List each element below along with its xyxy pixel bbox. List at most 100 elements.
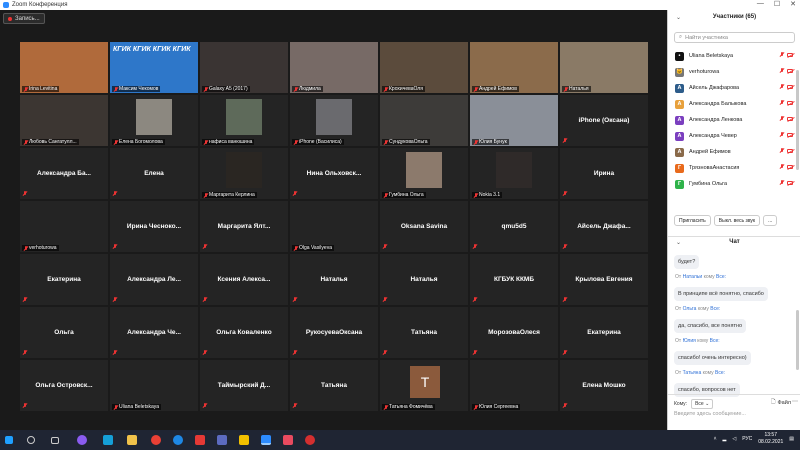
participant-tile[interactable]: Маргарита Ялт... — [200, 201, 288, 252]
participant-tile[interactable]: iPhone (Василиса) — [290, 95, 378, 146]
participant-list-item[interactable]: • Uliana Beletskaya — [668, 48, 800, 64]
participant-tile[interactable]: Olga Vasilyeva — [290, 201, 378, 252]
participant-tile[interactable]: Крылова Евгения — [560, 254, 648, 305]
participant-tile[interactable]: Александра Че... — [110, 307, 198, 358]
invite-button[interactable]: Пригласить — [674, 215, 711, 226]
participant-tile[interactable]: Ольга Островск... — [20, 360, 108, 411]
task-view-icon[interactable] — [51, 436, 59, 444]
camera-off-icon[interactable] — [787, 148, 793, 153]
participant-tile[interactable]: Oksana Savina — [380, 201, 468, 252]
participant-tile[interactable]: Uliana Beletskaya — [110, 360, 198, 411]
participant-list-item[interactable]: А Александра Балыкова — [668, 96, 800, 112]
participant-list-item[interactable]: А Александра Чевер — [668, 128, 800, 144]
camera-off-icon[interactable] — [787, 84, 793, 89]
mic-muted-icon[interactable] — [780, 84, 784, 89]
participant-tile[interactable]: Наталья — [560, 42, 648, 93]
windows-start-icon[interactable] — [5, 436, 13, 444]
participant-list-item[interactable]: А Айсель Джафарова — [668, 80, 800, 96]
participant-tile[interactable]: Айсель Джафа... — [560, 201, 648, 252]
participant-tile[interactable]: Nokia 3.1 — [470, 148, 558, 199]
participant-tile[interactable]: Irina Levitina — [20, 42, 108, 93]
participant-tile[interactable]: Ольга — [20, 307, 108, 358]
participant-tile[interactable]: РукосуеваОксана — [290, 307, 378, 358]
app-icon[interactable] — [103, 435, 113, 445]
zoom-icon[interactable] — [261, 435, 271, 445]
participant-list-scrollbar[interactable] — [796, 70, 799, 170]
more-options-button[interactable]: ... — [763, 215, 778, 226]
chat-message-input[interactable]: Введите здесь сообщение... — [674, 411, 746, 417]
folder-icon[interactable] — [127, 435, 137, 445]
app-icon[interactable] — [283, 435, 293, 445]
participant-tile[interactable]: verhoturowa — [20, 201, 108, 252]
chat-sender[interactable]: Ольга — [683, 306, 697, 312]
minimize-button[interactable]: — — [757, 0, 764, 8]
participant-tile[interactable]: Юлия Бунук — [470, 95, 558, 146]
participant-list-item[interactable]: Г Гумбина Ольга — [668, 176, 800, 192]
mic-muted-icon[interactable] — [780, 68, 784, 73]
participant-tile[interactable]: нафиса ванюшина — [200, 95, 288, 146]
chat-recipient[interactable]: Все: — [716, 274, 726, 280]
mic-muted-icon[interactable] — [780, 164, 784, 169]
participant-tile[interactable]: Любовь Сангатулл... — [20, 95, 108, 146]
yandex-icon[interactable] — [305, 435, 315, 445]
app-icon[interactable] — [239, 435, 249, 445]
camera-off-icon[interactable] — [787, 180, 793, 185]
search-icon[interactable] — [27, 436, 35, 444]
participant-tile[interactable]: Александра Ле... — [110, 254, 198, 305]
participant-tile[interactable]: Ирина — [560, 148, 648, 199]
participant-tile[interactable]: Екатерина — [20, 254, 108, 305]
chat-sender[interactable]: Натальи — [683, 274, 703, 280]
chat-scrollbar[interactable] — [796, 310, 799, 370]
participant-tile[interactable]: qmu5d5 — [470, 201, 558, 252]
camera-off-icon[interactable] — [787, 100, 793, 105]
chat-recipient[interactable]: Все: — [715, 370, 725, 376]
camera-off-icon[interactable] — [787, 116, 793, 121]
participant-search-input[interactable]: ⌕ Найти участника — [674, 32, 795, 43]
participant-tile[interactable]: Гумбина Ольга — [380, 148, 468, 199]
participant-tile[interactable]: КГБУК ККМБ — [470, 254, 558, 305]
chevron-down-icon[interactable]: ⌄ — [676, 239, 681, 246]
mute-all-button[interactable]: Выкл. весь звук — [713, 215, 761, 226]
participant-tile[interactable]: Наталья — [290, 254, 378, 305]
maximize-button[interactable]: ☐ — [774, 0, 780, 8]
participant-tile[interactable]: Ольга Коваленко — [200, 307, 288, 358]
app-icon[interactable] — [195, 435, 205, 445]
participant-tile[interactable]: Т Татьяна Фомичёва — [380, 360, 468, 411]
participant-tile[interactable]: Нина Ольховск... — [290, 148, 378, 199]
participant-tile[interactable]: iPhone (Оксана) — [560, 95, 648, 146]
file-button[interactable]: 🗋 Файл — [771, 398, 791, 407]
participant-tile[interactable]: Елена — [110, 148, 198, 199]
network-icon[interactable]: ▂ — [723, 436, 727, 442]
mic-muted-icon[interactable] — [780, 132, 784, 137]
chat-sender[interactable]: Юлия — [683, 338, 696, 344]
mic-muted-icon[interactable] — [780, 148, 784, 153]
camera-off-icon[interactable] — [787, 68, 793, 73]
participant-tile[interactable]: Екатерина — [560, 307, 648, 358]
chrome-icon[interactable] — [151, 435, 161, 445]
chat-recipient-select[interactable]: Все ⌄ — [691, 399, 714, 409]
chat-sender[interactable]: Татьяна — [683, 370, 702, 376]
participant-list-item[interactable]: А Александра Ленкова — [668, 112, 800, 128]
teams-icon[interactable] — [217, 435, 227, 445]
participant-tile[interactable]: Елена Богомолова — [110, 95, 198, 146]
mic-muted-icon[interactable] — [780, 180, 784, 185]
app-icon[interactable] — [77, 435, 87, 445]
chat-more-icon[interactable]: ⋯ — [792, 398, 798, 405]
edge-icon[interactable] — [173, 435, 183, 445]
participant-tile[interactable]: КрохичеваОля — [380, 42, 468, 93]
mic-muted-icon[interactable] — [780, 116, 784, 121]
participant-tile[interactable]: Татьяна — [380, 307, 468, 358]
participant-tile[interactable]: Ксения Алекса... — [200, 254, 288, 305]
participant-tile[interactable]: Таймырский Д... — [200, 360, 288, 411]
participant-tile[interactable]: Александра Ба... — [20, 148, 108, 199]
close-button[interactable]: ✕ — [790, 0, 796, 8]
participant-tile[interactable]: Елена Мошко — [560, 360, 648, 411]
recording-button[interactable]: Запись... — [3, 13, 45, 24]
participant-list-item[interactable]: 🐱 verhoturowa — [668, 64, 800, 80]
tray-arrow-icon[interactable]: ˄ — [714, 436, 717, 442]
camera-off-icon[interactable] — [787, 52, 793, 57]
notifications-icon[interactable]: ▤ — [789, 436, 794, 442]
participant-tile[interactable]: Юлия Сергеевна — [470, 360, 558, 411]
participant-tile[interactable]: Людмила — [290, 42, 378, 93]
chat-recipient[interactable]: Все: — [710, 306, 720, 312]
